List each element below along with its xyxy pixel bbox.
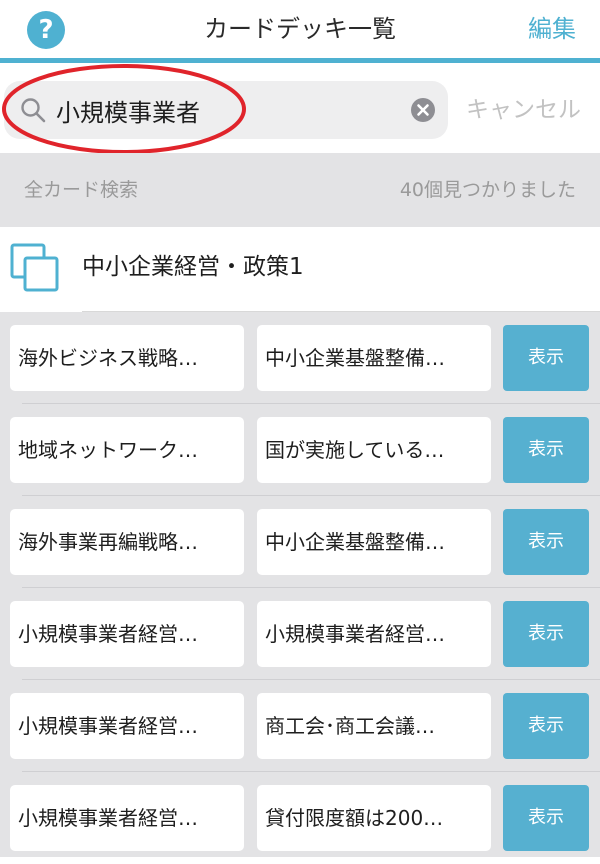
card-row: 海外事業再編戦略… 中小企業基盤整備… 表示 xyxy=(0,496,600,588)
search-icon xyxy=(21,98,46,123)
result-count: 40個見つかりました xyxy=(399,179,576,201)
show-button[interactable]: 表示 xyxy=(503,785,589,851)
edit-button[interactable]: 編集 xyxy=(528,0,576,58)
show-button[interactable]: 表示 xyxy=(503,417,589,483)
card-row: 小規模事業者経営… 貸付限度額は200… 表示 xyxy=(0,772,600,864)
card-row: 地域ネットワーク… 国が実施している… 表示 xyxy=(0,404,600,496)
card-front[interactable]: 小規模事業者経営… xyxy=(10,785,244,851)
deck-section-header[interactable]: 中小企業経営・政策1 xyxy=(0,227,600,312)
show-button[interactable]: 表示 xyxy=(503,325,589,391)
card-front[interactable]: 海外事業再編戦略… xyxy=(10,509,244,575)
show-button[interactable]: 表示 xyxy=(503,693,589,759)
card-back[interactable]: 中小企業基盤整備… xyxy=(257,325,491,391)
card-back[interactable]: 商工会･商工会議… xyxy=(257,693,491,759)
show-button[interactable]: 表示 xyxy=(503,509,589,575)
card-back[interactable]: 貸付限度額は200… xyxy=(257,785,491,851)
clear-icon[interactable] xyxy=(410,97,436,123)
search-bar: キャンセル xyxy=(0,63,600,153)
card-row: 海外ビジネス戦略… 中小企業基盤整備… 表示 xyxy=(0,312,600,404)
search-input[interactable] xyxy=(56,81,396,139)
card-front[interactable]: 小規模事業者経営… xyxy=(10,693,244,759)
deck-title: 中小企業経営・政策1 xyxy=(82,254,304,280)
search-scope-label: 全カード検索 xyxy=(24,179,139,201)
help-icon[interactable]: ? xyxy=(27,11,65,49)
search-field[interactable] xyxy=(4,81,448,139)
deck-icon xyxy=(10,243,59,292)
show-button[interactable]: 表示 xyxy=(503,601,589,667)
page-title: カードデッキ一覧 xyxy=(204,15,396,43)
card-front[interactable]: 海外ビジネス戦略… xyxy=(10,325,244,391)
card-back[interactable]: 小規模事業者経営… xyxy=(257,601,491,667)
card-row: 小規模事業者経営… 商工会･商工会議… 表示 xyxy=(0,680,600,772)
top-nav-bar: ? カードデッキ一覧 編集 xyxy=(0,0,600,58)
card-front[interactable]: 地域ネットワーク… xyxy=(10,417,244,483)
card-back[interactable]: 国が実施している… xyxy=(257,417,491,483)
card-front[interactable]: 小規模事業者経営… xyxy=(10,601,244,667)
cancel-button[interactable]: キャンセル xyxy=(466,81,581,139)
card-list: 海外ビジネス戦略… 中小企業基盤整備… 表示 地域ネットワーク… 国が実施してい… xyxy=(0,312,600,857)
card-row: 小規模事業者経営… 小規模事業者経営… 表示 xyxy=(0,588,600,680)
search-scope-bar: 全カード検索 40個見つかりました xyxy=(0,153,600,227)
card-back[interactable]: 中小企業基盤整備… xyxy=(257,509,491,575)
